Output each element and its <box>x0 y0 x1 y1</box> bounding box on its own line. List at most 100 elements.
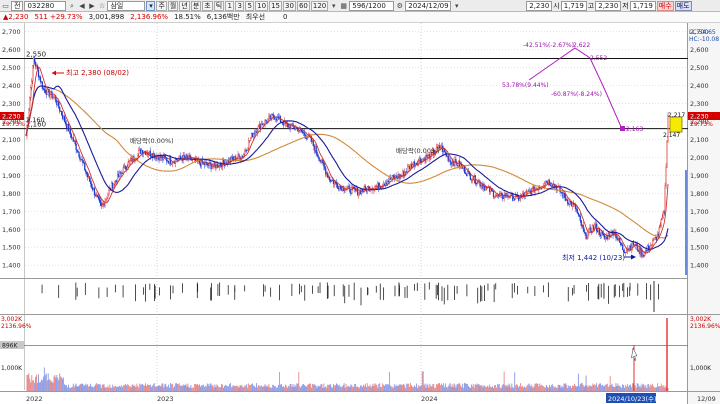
candle-body <box>602 233 605 236</box>
candle-body <box>578 214 580 217</box>
minute-3-button[interactable]: 3 <box>235 0 245 11</box>
candle-body <box>340 186 342 191</box>
calendar-icon[interactable]: ▦ <box>339 1 348 11</box>
period-week-button[interactable]: 주 <box>156 0 167 11</box>
candle-body <box>32 65 34 82</box>
candle-body <box>320 160 322 163</box>
candle-body <box>344 189 346 192</box>
minute-10-button[interactable]: 10 <box>255 0 269 11</box>
candle-body <box>484 186 486 191</box>
search-icon[interactable]: ⌕ <box>67 1 76 11</box>
candle-body <box>640 249 642 255</box>
y-tick-label-right: 1,400 <box>690 262 709 270</box>
candle-body <box>650 244 653 246</box>
minute-1-button[interactable]: 1 <box>225 0 235 11</box>
candle-body <box>384 182 387 186</box>
minute-60-button[interactable]: 60 <box>296 0 310 11</box>
minute-15-button[interactable]: 15 <box>269 0 283 11</box>
candle-body <box>385 182 388 185</box>
y-tick-label-right: 1,800 <box>690 190 709 198</box>
minute-120-button[interactable]: 120 <box>310 0 329 11</box>
candle-body <box>390 178 392 180</box>
candle-body <box>317 154 319 158</box>
candle-body <box>332 180 335 185</box>
trade-volume: 3,001,898 <box>88 13 125 21</box>
star-icon[interactable]: ☆ <box>97 1 106 11</box>
period-day-button[interactable]: ▾ <box>146 0 156 11</box>
date-field[interactable]: 2024/12/09 <box>405 0 452 11</box>
candle-body <box>529 190 531 192</box>
candle-body <box>91 187 94 190</box>
sell-button[interactable]: 매도 <box>674 0 692 11</box>
candle-body <box>254 131 257 135</box>
data-count-field[interactable]: 596/1200 <box>349 0 395 11</box>
candle-body <box>240 158 242 160</box>
settings-icon[interactable]: ⚙ <box>395 1 404 11</box>
candle-body <box>528 190 530 192</box>
chart-type-icon[interactable]: ▭ <box>1 1 10 11</box>
y-tick-label-left: 2,000 <box>2 154 21 162</box>
candle-body <box>619 237 621 243</box>
candle-body <box>599 234 602 237</box>
dropdown-icon[interactable]: ▾ <box>329 1 338 11</box>
candle-body <box>375 186 377 188</box>
candle-body <box>35 62 37 67</box>
candle-body <box>551 185 553 188</box>
candle-body <box>112 182 114 189</box>
candle-body <box>294 128 296 130</box>
candle-body <box>45 92 47 95</box>
candle-body <box>567 199 569 204</box>
candle-body <box>646 249 648 251</box>
minute-5-button[interactable]: 5 <box>245 0 255 11</box>
last-low-label: 2,147 <box>663 132 680 139</box>
candle-body <box>642 254 644 257</box>
market-select[interactable]: 전 <box>11 0 24 11</box>
candle-body <box>296 127 298 129</box>
candle-body <box>338 186 340 190</box>
hc-label: HC:-10.08 <box>689 36 719 43</box>
candle-body <box>80 159 82 161</box>
price-low-label: 저 <box>622 1 629 10</box>
candle-body <box>120 172 123 174</box>
calendar-dropdown-icon[interactable]: ▾ <box>452 1 461 11</box>
current-price-tag-text: 2,230 <box>690 113 709 121</box>
candle-body <box>410 163 413 168</box>
candle-body <box>171 162 174 165</box>
candle-body <box>347 185 349 188</box>
period-year-button[interactable]: 년 <box>179 0 190 11</box>
candle-body <box>353 186 355 189</box>
period-second-button[interactable]: 초 <box>202 0 213 11</box>
candle-body <box>657 234 659 237</box>
candle-body <box>100 202 102 207</box>
candle-body <box>477 181 479 184</box>
minute-30-button[interactable]: 30 <box>283 0 296 11</box>
candle-body <box>145 152 148 155</box>
priority-label: 최우선 <box>245 13 266 21</box>
arrow-right-icon[interactable]: ▶ <box>87 1 96 11</box>
stock-name-field[interactable]: 삼일 <box>107 0 146 11</box>
candle-body <box>550 185 552 187</box>
candle-body <box>352 186 354 188</box>
arrow-left-icon[interactable]: ◀ <box>77 1 86 11</box>
candle-body <box>69 128 71 135</box>
period-month-button[interactable]: 월 <box>167 0 179 11</box>
chart-background <box>0 23 720 404</box>
period-minute-button[interactable]: 분 <box>190 0 202 11</box>
level-2160-label: 2,160 <box>26 116 45 124</box>
stock-chart[interactable]: 2,700 2,7002,600 2,6002,500 2,5002,400 2,400… <box>0 23 720 404</box>
candle-body <box>463 166 465 169</box>
current-price: ▲2,230 <box>3 13 28 21</box>
buy-button[interactable]: 매수 <box>656 0 674 11</box>
candle-body <box>179 155 181 159</box>
period-tick-button[interactable]: 틱 <box>213 0 225 11</box>
candle-body <box>64 121 67 125</box>
candle-body <box>57 101 59 106</box>
candle-body <box>174 158 177 164</box>
candle-body <box>633 244 635 246</box>
candle-body <box>581 224 583 226</box>
stock-code-input[interactable]: 032280 <box>24 0 67 11</box>
candle-body <box>166 158 168 162</box>
candle-body <box>125 168 127 170</box>
candle-body <box>398 174 400 179</box>
candle-body <box>525 191 527 193</box>
